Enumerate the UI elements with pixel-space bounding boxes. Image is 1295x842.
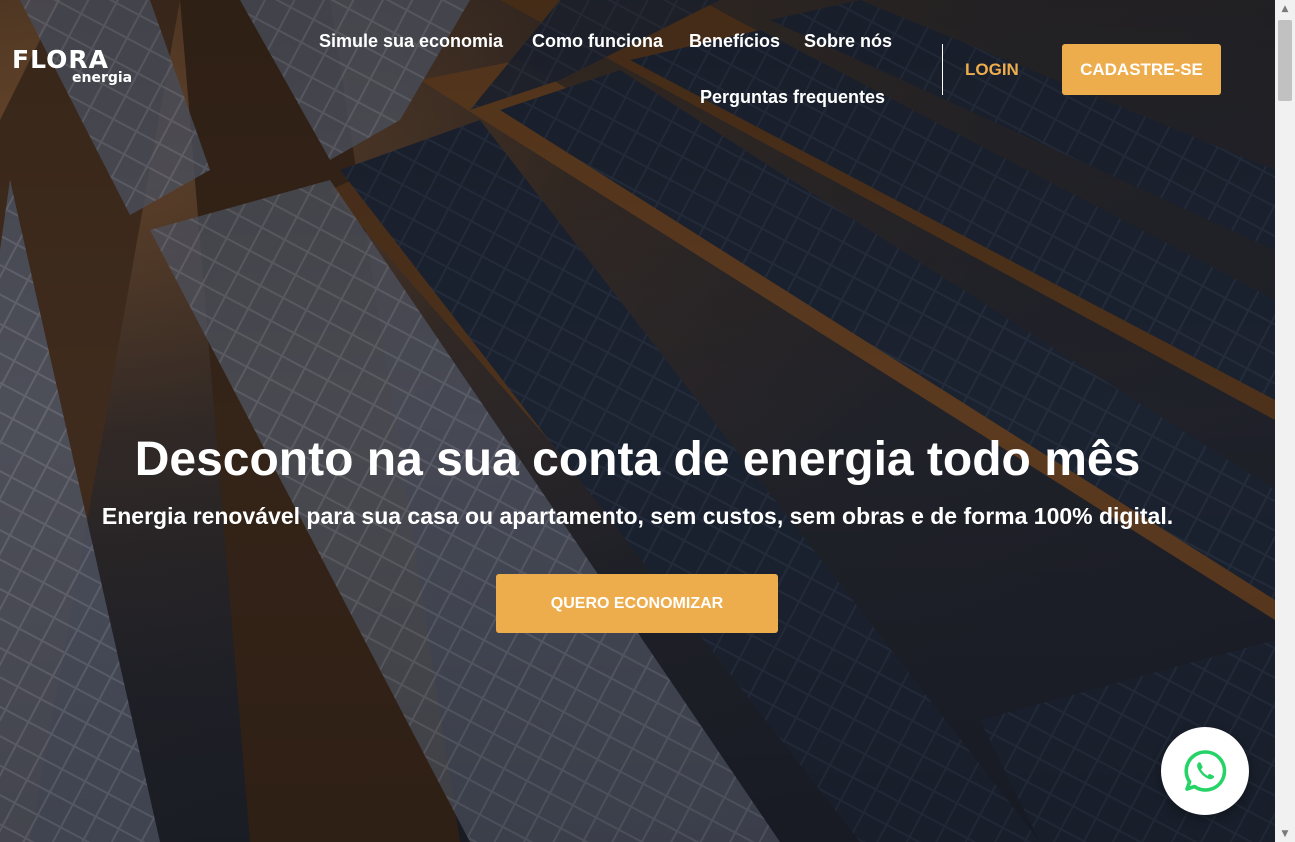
scroll-down-arrow-icon[interactable]: ▼ [1275, 825, 1295, 842]
whatsapp-button[interactable] [1161, 727, 1249, 815]
logo-subtitle: energia [72, 70, 133, 86]
login-link[interactable]: LOGIN [965, 59, 1019, 81]
page-scrollbar[interactable]: ▲ ▼ [1275, 0, 1295, 842]
hero-headline: Desconto na sua conta de energia todo mê… [134, 433, 1141, 486]
flora-energia-logo[interactable]: FLORA energia [12, 46, 142, 92]
scroll-up-arrow-icon[interactable]: ▲ [1275, 0, 1295, 17]
signup-button[interactable]: CADASTRE-SE [1062, 44, 1221, 95]
hero-subheadline: Energia renovável para sua casa ou apart… [101, 503, 1174, 529]
quero-economizar-button[interactable]: QUERO ECONOMIZAR [496, 574, 778, 633]
nav-divider [942, 44, 943, 95]
whatsapp-icon [1184, 750, 1227, 792]
scrollbar-thumb[interactable] [1278, 20, 1292, 101]
hero-section [0, 0, 1275, 842]
nav-perguntas-frequentes[interactable]: Perguntas frequentes [700, 86, 885, 108]
nav-beneficios[interactable]: Benefícios [689, 30, 780, 52]
nav-simule-sua-economia[interactable]: Simule sua economia [319, 30, 503, 52]
nav-como-funciona[interactable]: Como funciona [532, 30, 663, 52]
nav-sobre-nos[interactable]: Sobre nós [804, 30, 892, 52]
